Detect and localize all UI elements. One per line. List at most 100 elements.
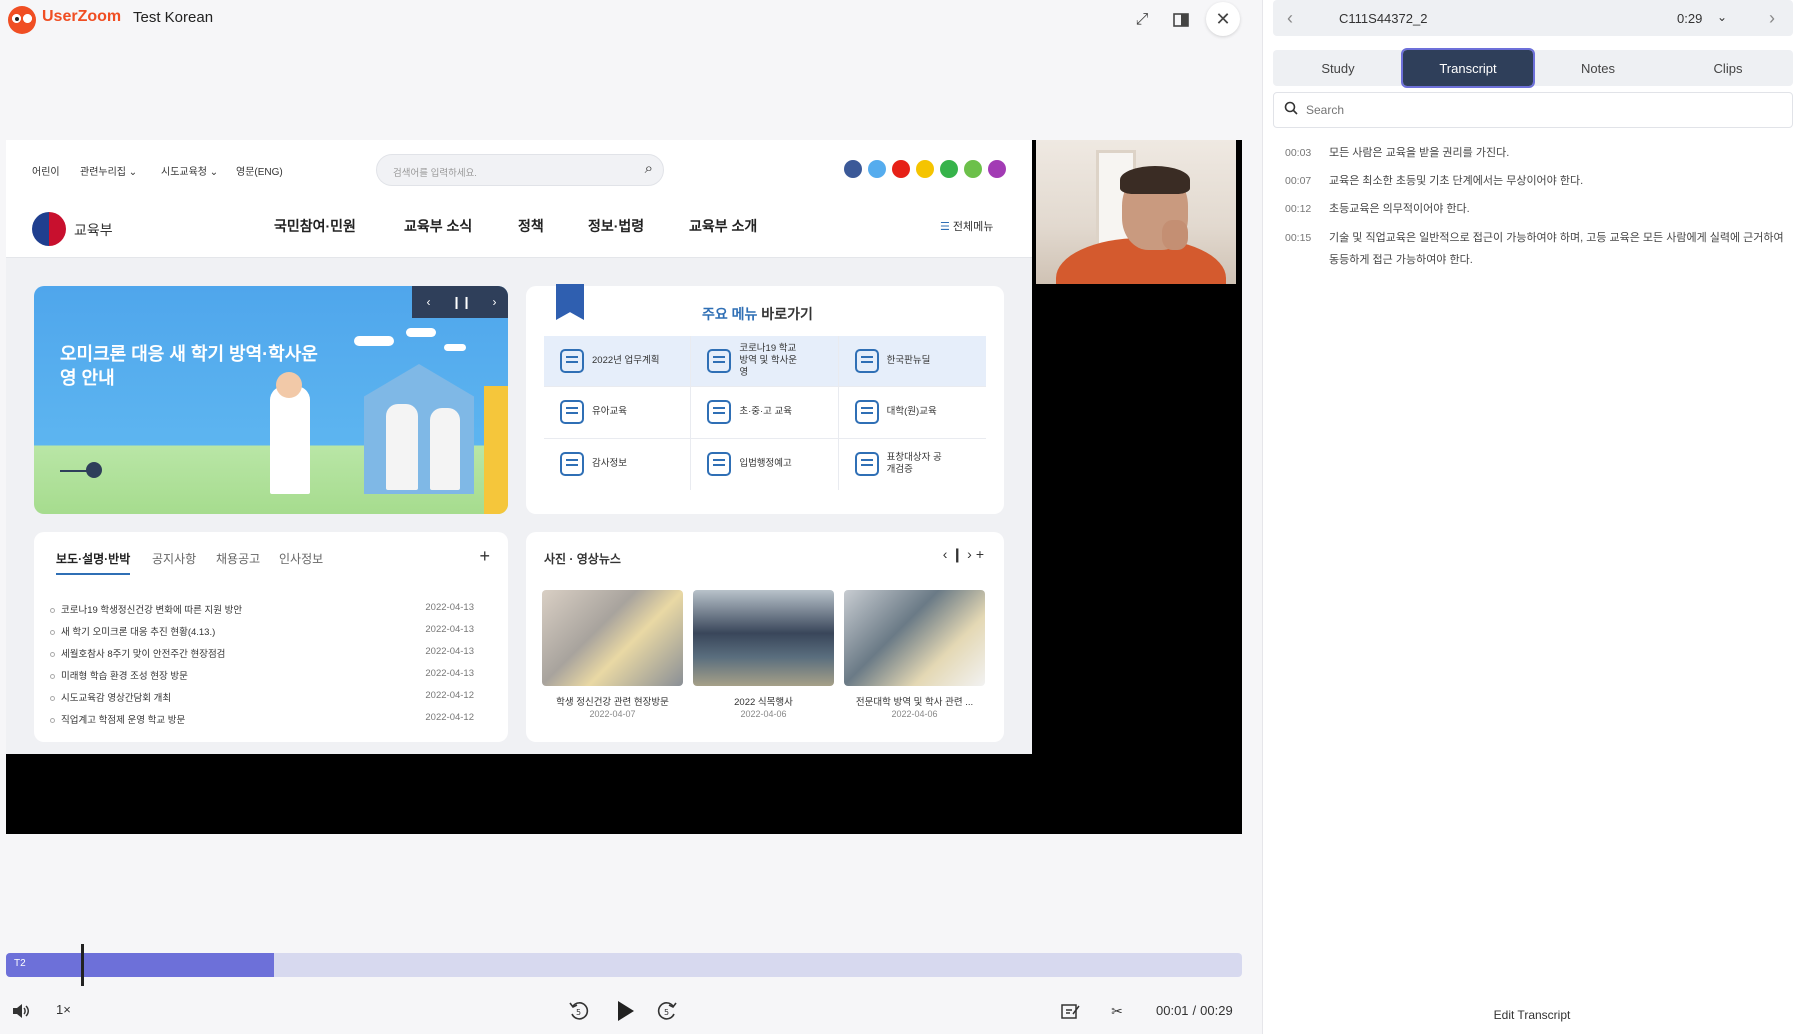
timeline-track[interactable]: T2 [6, 953, 1242, 977]
edit-transcript-button[interactable]: Edit Transcript [1263, 1008, 1800, 1022]
site-logo-text: 교육부 [74, 222, 113, 238]
quick-item: 입법행정예고 [691, 438, 839, 490]
prev-session-icon[interactable]: ‹ [1287, 8, 1293, 29]
kakaostory-icon [916, 160, 934, 178]
news-tab-press: 보도·설명·반박 [56, 550, 131, 575]
facebook-icon [844, 160, 862, 178]
transcript-line[interactable]: 00:07 교육은 최소한 초등및 기초 단계에서는 무상이어야 한다. [1285, 170, 1793, 192]
photo-caption: 2022 식목행사 [734, 697, 793, 708]
session-duration[interactable]: 0:29 [1677, 11, 1702, 26]
search-icon [1284, 101, 1298, 120]
quick-item-label: 대학(원)교육 [886, 406, 937, 418]
photo-date: 2022-04-06 [891, 709, 938, 719]
news-title: 직업계고 학점제 운영 학교 방문 [61, 715, 186, 726]
student-illustration [430, 408, 460, 490]
player-panel: UserZoom Test Korean ⤢ ✕ 어린이 관련누리집 ⌄ 시도교… [0, 0, 1262, 1034]
cloud-icon [444, 344, 466, 351]
participant-hair [1120, 166, 1190, 194]
time-separator: / [1192, 1003, 1197, 1018]
news-row: 미래형 학습 환경 조성 현장 방문 2022-04-13 [50, 668, 490, 682]
close-icon[interactable]: ✕ [1206, 2, 1240, 36]
video-player[interactable]: 어린이 관련누리집 ⌄ 시도교육청 ⌄ 영문(ENG) 검색어를 입력하세요. … [6, 140, 1242, 834]
expand-icon[interactable]: ⤢ [1128, 6, 1156, 34]
quick-item: 초·중·고 교육 [691, 387, 839, 439]
timeline-task-label: T2 [14, 958, 26, 969]
site-link-related: 관련누리집 ⌄ [80, 167, 138, 178]
timeline-task-segment[interactable] [6, 953, 274, 977]
svg-text:5: 5 [664, 1008, 669, 1017]
news-title: 코로나19 학생정신건강 변화에 따른 지원 방안 [61, 605, 243, 616]
news-row: 직업계고 학점제 운영 학교 방문 2022-04-12 [50, 712, 490, 726]
news-tab-notice: 공지사항 [152, 552, 197, 566]
quick-item-label: 유아교육 [592, 406, 627, 418]
bulb-icon [854, 349, 879, 374]
transcript-time[interactable]: 00:07 [1285, 170, 1311, 192]
transcript-line[interactable]: 00:03 모든 사람은 교육을 받을 권리를 가진다. [1285, 142, 1793, 164]
scissors-clip-icon[interactable]: ✂ [1102, 996, 1132, 1026]
rewind-5-icon[interactable]: 5 [564, 996, 594, 1026]
transcript-time[interactable]: 00:12 [1285, 198, 1311, 220]
photo-date: 2022-04-06 [740, 709, 787, 719]
ministry-logo-icon [32, 212, 66, 246]
news-row: 세월호참사 8주기 맞이 안전주간 현장점검 2022-04-13 [50, 646, 490, 660]
news-date: 2022-04-12 [425, 712, 474, 723]
transcript-time[interactable]: 00:15 [1285, 227, 1311, 249]
participant-hand [1162, 220, 1188, 250]
news-more-icon: + [479, 546, 490, 566]
tab-study[interactable]: Study [1273, 50, 1403, 86]
naver-post-icon [964, 160, 982, 178]
banner-prev-icon: ‹ [412, 286, 445, 318]
quick-item: 2022년 업무계획 [544, 336, 692, 388]
cloud-icon [354, 336, 394, 346]
quick-menu-grid: 2022년 업무계획 코로나19 학교방역 및 학사운영 한국판뉴딜 유아교육 … [544, 336, 986, 490]
transcript-time[interactable]: 00:03 [1285, 142, 1311, 164]
chevron-down-icon[interactable]: ⌄ [1717, 10, 1727, 24]
news-tab-personnel: 인사정보 [279, 552, 324, 566]
site-nav-item: 교육부 소식 [404, 218, 473, 234]
playback-speed-button[interactable]: 1× [56, 1002, 71, 1017]
forward-5-icon[interactable]: 5 [652, 996, 682, 1026]
news-title: 세월호참사 8주기 맞이 안전주간 현장점검 [61, 649, 226, 660]
site-nav-item: 정책 [518, 218, 544, 234]
banner-arrow-dot [86, 462, 102, 478]
tab-notes[interactable]: Notes [1533, 50, 1663, 86]
transcript-search [1273, 92, 1793, 128]
brand-name: UserZoom [42, 8, 122, 25]
transcript-text: 모든 사람은 교육을 받을 권리를 가진다. [1329, 147, 1510, 159]
audit-icon [560, 452, 584, 477]
search-input[interactable] [1306, 99, 1776, 121]
next-session-icon[interactable]: › [1769, 8, 1775, 29]
play-icon[interactable] [610, 996, 640, 1026]
transcript-line[interactable]: 00:15 기술 및 직업교육은 일반적으로 접근이 가능하여야 하며, 고등 교… [1285, 227, 1793, 271]
quick-item: 대학(원)교육 [838, 387, 986, 439]
covid-icon [707, 349, 732, 374]
hamburger-icon: ☰ [940, 221, 953, 233]
quick-item: 한국판뉴딜 [838, 336, 986, 388]
add-note-icon[interactable] [1056, 996, 1086, 1026]
tab-clips[interactable]: Clips [1663, 50, 1793, 86]
quick-item-label: 입법행정예고 [739, 458, 792, 470]
site-link-kids: 어린이 [32, 167, 60, 178]
student-illustration [386, 404, 418, 490]
site-nav-item: 국민참여·민원 [274, 218, 356, 234]
news-date: 2022-04-13 [425, 602, 474, 613]
time-readout: 00:01 / 00:29 [1156, 1003, 1233, 1018]
volume-icon[interactable] [6, 996, 36, 1026]
split-view-icon[interactable] [1167, 6, 1195, 34]
naver-blog-icon [940, 160, 958, 178]
quick-item: 표창대상자 공개검증 [839, 439, 986, 490]
banner-pause-icon: ❙❙ [445, 286, 478, 318]
site-banner: 오미크론 대응 새 학기 방역·학사운영 안내 ‹ ❙❙ › [34, 286, 508, 514]
quick-item-label: 코로나19 학교방역 및 학사운영 [739, 343, 798, 379]
news-date: 2022-04-13 [425, 646, 474, 657]
photo-thumbnail [693, 590, 834, 686]
transcript-line[interactable]: 00:12 초등교육은 의무적이어야 한다. [1285, 198, 1793, 220]
teacher-head-illustration [276, 372, 302, 398]
tab-transcript[interactable]: Transcript [1401, 48, 1535, 88]
playhead-handle[interactable] [81, 944, 84, 986]
photo-news-card: 사진 · 영상뉴스 ‹❙›+ 학생 정신건강 관련 현장방문 2022 식목행사… [526, 532, 1004, 742]
site-utility-bar: 어린이 관련누리집 ⌄ 시도교육청 ⌄ 영문(ENG) 검색어를 입력하세요. … [6, 140, 1032, 200]
sidebar-tabs: Study Transcript Notes Clips [1273, 48, 1793, 88]
transcript-text: 교육은 최소한 초등및 기초 단계에서는 무상이어야 한다. [1329, 175, 1584, 187]
session-header: ‹ C111S44372_2 0:29 ⌄ › [1273, 0, 1793, 36]
